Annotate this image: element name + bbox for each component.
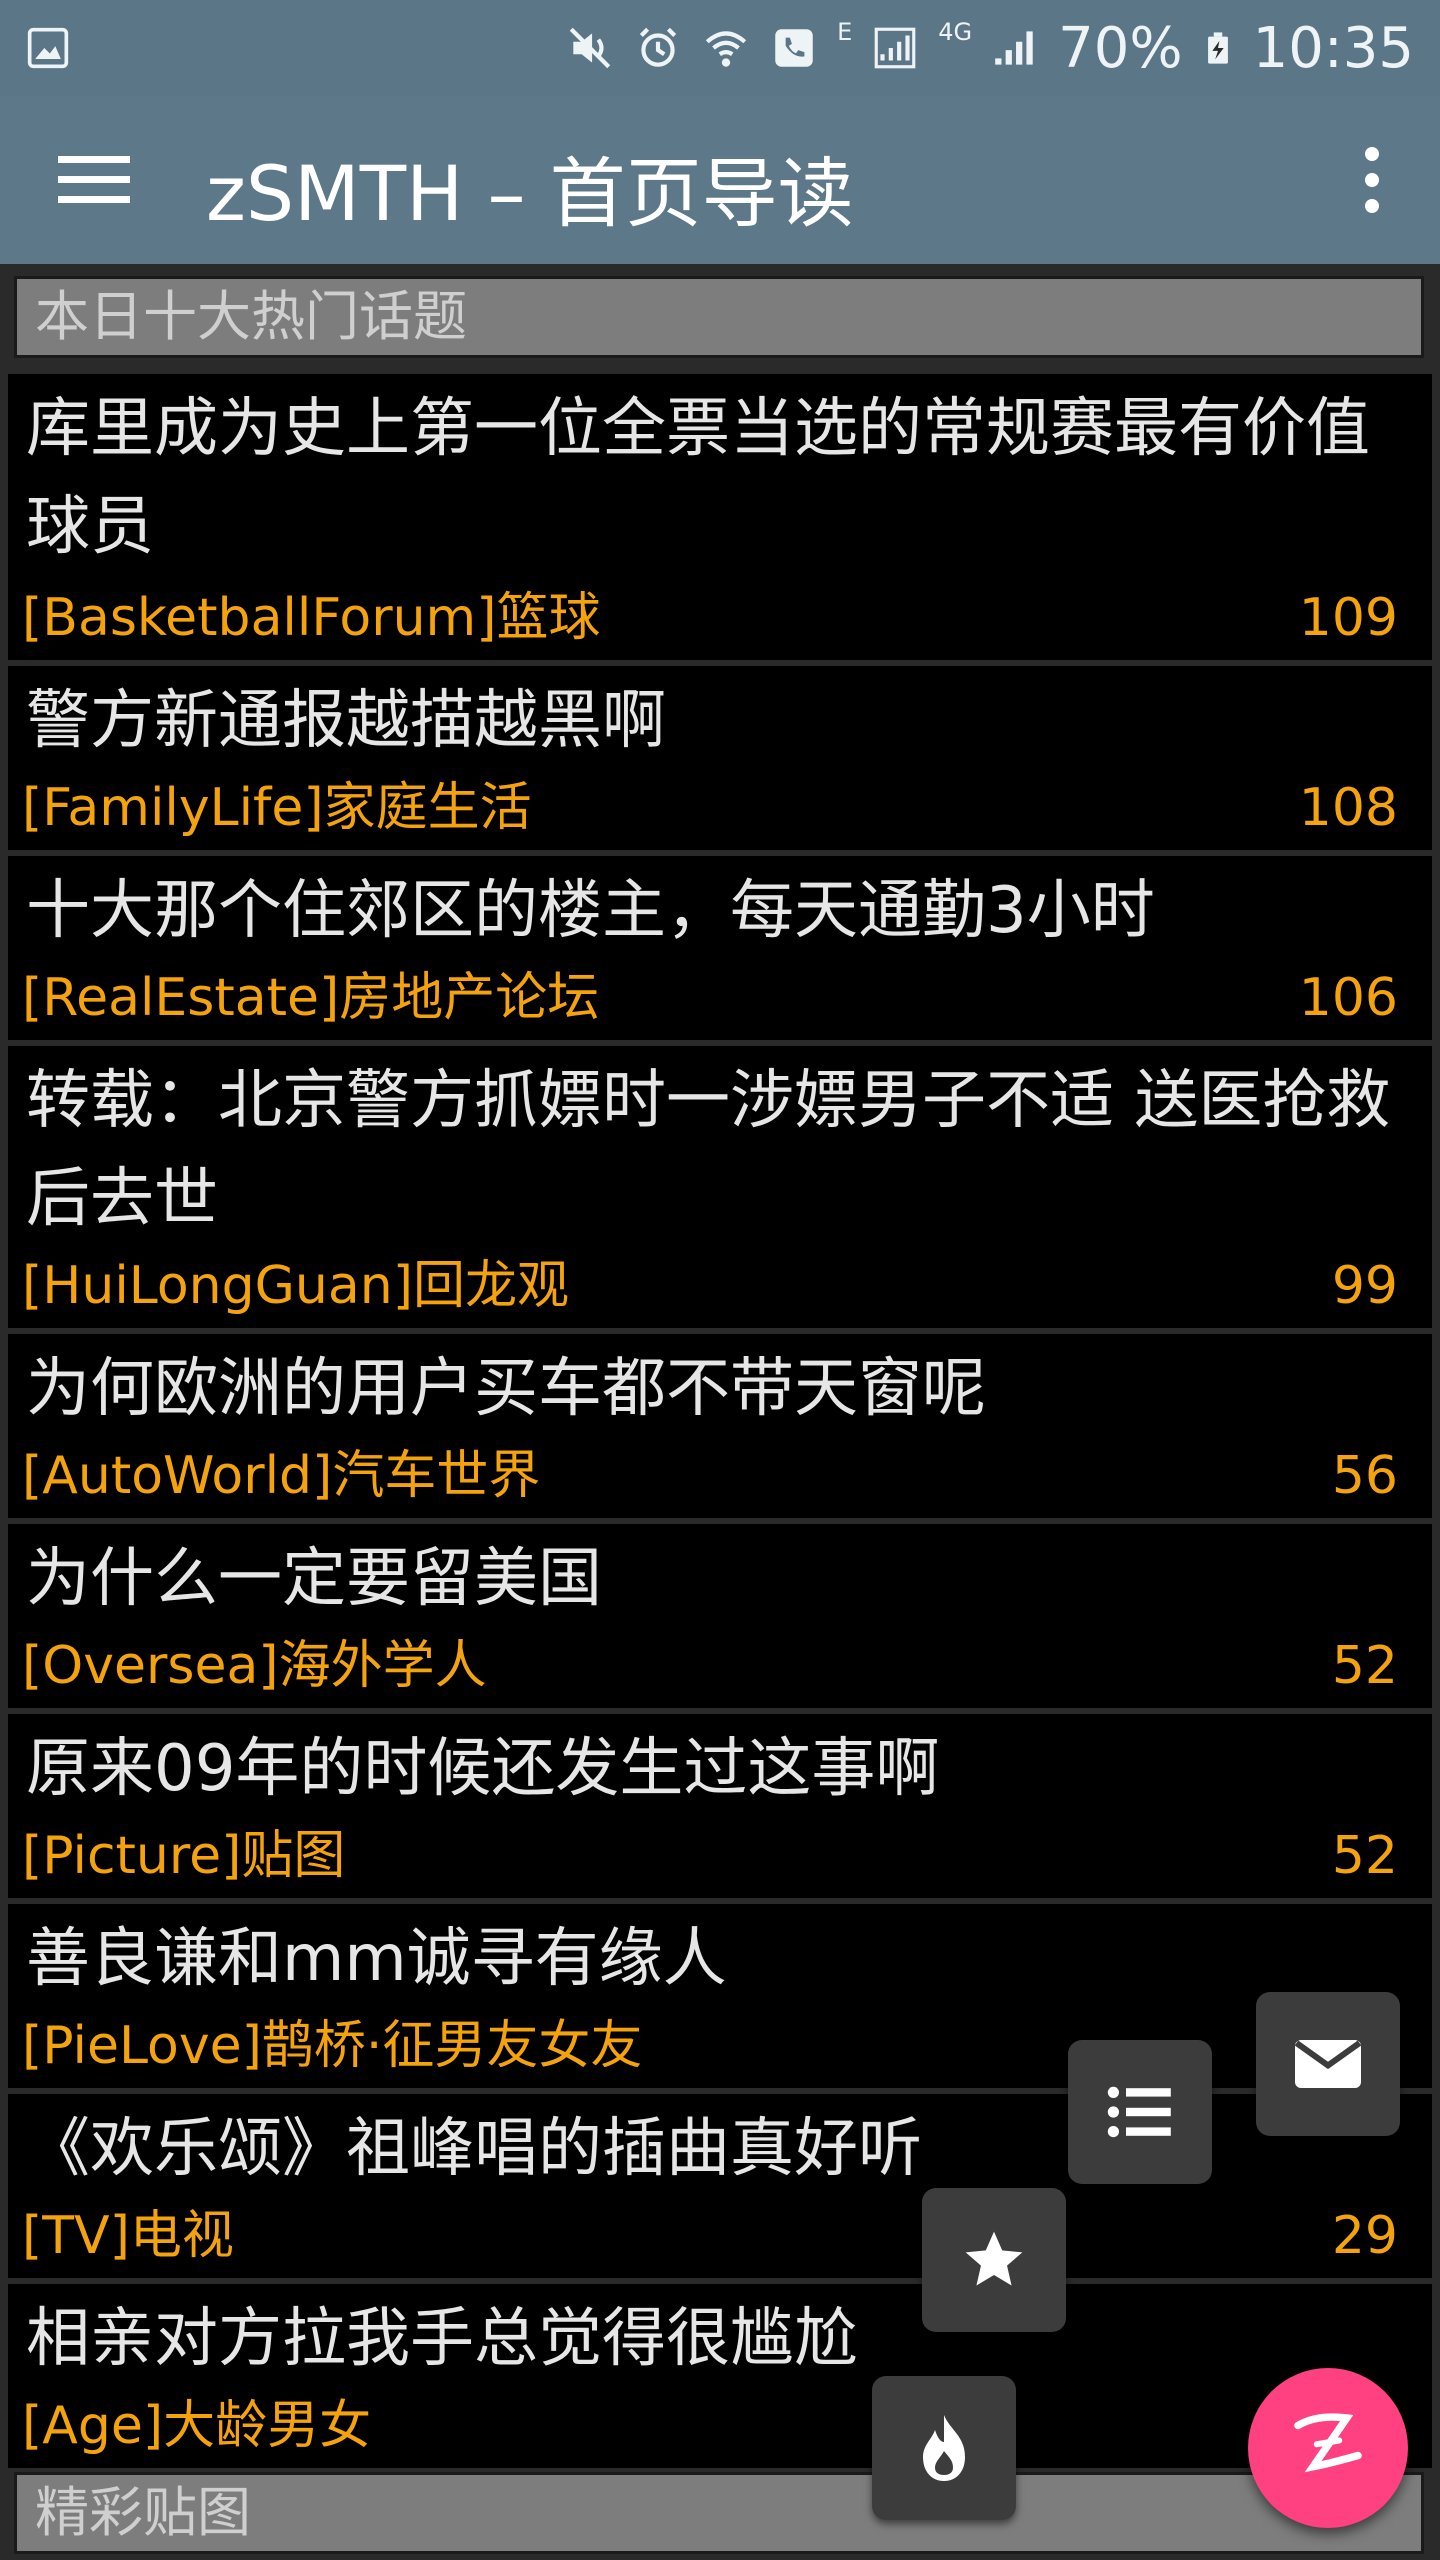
mail-button[interactable]	[1256, 1992, 1400, 2136]
phone-icon	[775, 29, 813, 67]
picture-icon	[27, 27, 69, 69]
topic-board: [Oversea]海外学人	[22, 1636, 487, 1696]
topic-reply-count: 52	[1331, 1636, 1398, 1696]
topic-item[interactable]: 为什么一定要留美国 [Oversea]海外学人 52	[8, 1524, 1432, 1708]
page-title: zSMTH – 首页导读	[206, 149, 854, 238]
hamburger-icon[interactable]	[54, 148, 134, 212]
topic-item[interactable]: 善良谦和mm诚寻有缘人 [PieLove]鹊桥·征男友女友	[8, 1904, 1432, 2088]
topic-reply-count: 99	[1331, 1256, 1398, 1316]
topic-board: [BasketballForum]篮球	[22, 588, 601, 648]
star-icon	[965, 2231, 1023, 2286]
topic-item[interactable]: 十大那个住郊区的楼主，每天通勤3小时 [RealEstate]房地产论坛 106	[8, 856, 1432, 1040]
topic-board: [Age]大龄男女	[22, 2396, 372, 2456]
topic-item[interactable]: 库里成为史上第一位全票当选的常规赛最有价值球员 [BasketballForum…	[8, 374, 1432, 660]
board-list-button[interactable]	[1068, 2040, 1212, 2184]
topic-title: 《欢乐颂》祖峰唱的插曲真好听	[26, 2112, 922, 2186]
status-bar: E 4G 70% 10:35	[0, 0, 1440, 96]
topic-board: [AutoWorld]汽车世界	[22, 1446, 541, 1506]
zsmth-logo-icon	[1294, 2413, 1362, 2473]
hot-topics-button[interactable]	[872, 2376, 1016, 2520]
topic-item[interactable]: 相亲对方拉我手总觉得很尴尬 [Age]大龄男女	[8, 2284, 1432, 2468]
home-content[interactable]: 本日十大热门话题 库里成为史上第一位全票当选的常规赛最有价值球员 [Basket…	[0, 264, 1440, 2560]
topic-title: 相亲对方拉我手总觉得很尴尬	[26, 2302, 858, 2376]
list-icon	[1107, 2086, 1171, 2138]
topic-board: [FamilyLife]家庭生活	[22, 778, 532, 838]
signal-4g-icon	[995, 31, 1033, 65]
topic-title: 原来09年的时候还发生过这事啊	[26, 1732, 940, 1806]
topic-item[interactable]: 警方新通报越描越黑啊 [FamilyLife]家庭生活 108	[8, 666, 1432, 850]
clock: 10:35	[1252, 15, 1414, 81]
section-header-pictures[interactable]: 精彩贴图	[14, 2472, 1424, 2554]
topic-title: 为什么一定要留美国	[26, 1542, 602, 1616]
topic-item[interactable]: 原来09年的时候还发生过这事啊 [Picture]贴图 52	[8, 1714, 1432, 1898]
topic-reply-count: 52	[1331, 1826, 1398, 1886]
topic-title: 库里成为史上第一位全票当选的常规赛最有价值球员	[26, 392, 1370, 564]
topic-item[interactable]: 为何欧洲的用户买车都不带天窗呢 [AutoWorld]汽车世界 56	[8, 1334, 1432, 1518]
alarm-icon	[639, 27, 677, 67]
main-fab-button[interactable]	[1248, 2368, 1408, 2528]
topic-title: 十大那个住郊区的楼主，每天通勤3小时	[26, 874, 1155, 948]
topic-reply-count: 106	[1298, 968, 1398, 1028]
topic-title: 善良谦和mm诚寻有缘人	[26, 1922, 727, 1996]
topic-reply-count: 109	[1298, 588, 1398, 648]
network-type-label: E	[837, 18, 853, 46]
topic-reply-count: 108	[1298, 778, 1398, 838]
wifi-call-icon	[705, 31, 747, 67]
topic-board: [TV]电视	[22, 2206, 234, 2266]
topic-title: 为何欧洲的用户买车都不带天窗呢	[26, 1352, 986, 1426]
network-4g-label: 4G	[938, 18, 973, 46]
signal-icon	[874, 27, 916, 69]
topic-board: [Picture]贴图	[22, 1826, 346, 1886]
mail-icon	[1294, 2040, 1362, 2088]
more-vert-icon[interactable]	[1344, 142, 1400, 218]
flame-icon	[923, 2415, 965, 2481]
favorites-button[interactable]	[922, 2188, 1066, 2332]
battery-charging-icon	[1207, 32, 1228, 64]
topic-board: [HuiLongGuan]回龙观	[22, 1256, 569, 1316]
topic-reply-count: 56	[1331, 1446, 1398, 1506]
battery-percent: 70%	[1058, 15, 1183, 81]
topic-title: 警方新通报越描越黑啊	[26, 684, 666, 758]
topic-item[interactable]: 《欢乐颂》祖峰唱的插曲真好听 [TV]电视 29	[8, 2094, 1432, 2278]
mute-icon	[569, 27, 611, 69]
topic-item[interactable]: 转载：北京警方抓嫖时一涉嫖男子不适 送医抢救后去世 [HuiLongGuan]回…	[8, 1046, 1432, 1328]
topic-reply-count: 29	[1331, 2206, 1398, 2266]
section-header-top10[interactable]: 本日十大热门话题	[14, 276, 1424, 358]
topic-title: 转载：北京警方抓嫖时一涉嫖男子不适 送医抢救后去世	[26, 1064, 1391, 1236]
topic-board: [PieLove]鹊桥·征男友女友	[22, 2016, 643, 2076]
app-bar: zSMTH – 首页导读	[0, 96, 1440, 264]
topic-board: [RealEstate]房地产论坛	[22, 968, 600, 1028]
